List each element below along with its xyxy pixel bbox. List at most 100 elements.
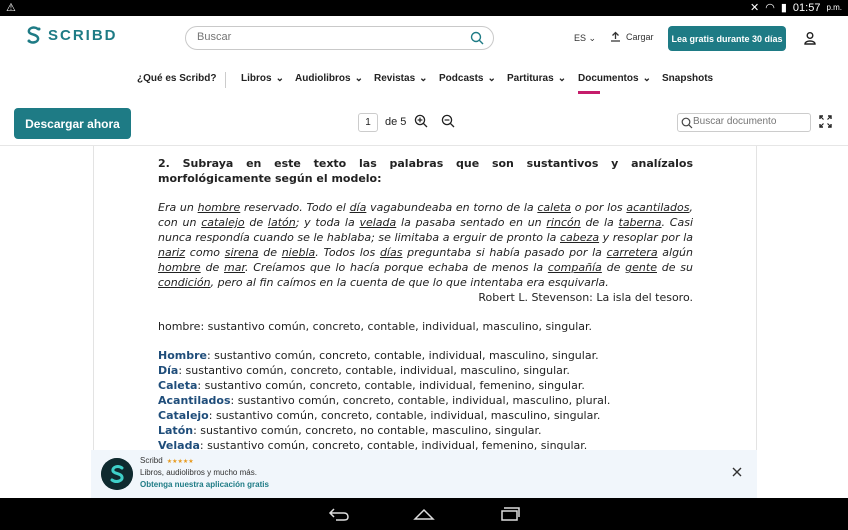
analysis-word: Día — [158, 364, 179, 377]
chevron-down-icon: ⌄ — [354, 73, 363, 84]
status-icons: ✕ ◠ ▮ 01:57 p.m. — [750, 1, 842, 15]
banner-app-name: Scribd — [140, 456, 163, 465]
language-selector[interactable]: ES ⌄ — [574, 33, 596, 44]
scribd-logo-icon — [27, 26, 41, 44]
analysis-row: Día: sustantivo común, concreto, contabl… — [158, 363, 693, 378]
scribd-logo[interactable]: SCRIBD — [26, 26, 118, 44]
nav-item-audiolibros[interactable]: Audiolibros ⌄ — [295, 73, 363, 84]
banner-description: Libros, audiolibros y mucho más. — [140, 468, 257, 477]
close-icon[interactable] — [731, 466, 743, 478]
underlined-noun: velada — [359, 216, 397, 229]
analysis-word: Acantilados — [158, 394, 231, 407]
underlined-noun: carretera — [606, 246, 658, 259]
nav-item-libros[interactable]: Libros ⌄ — [241, 73, 284, 84]
analysis-desc: : sustantivo común, concreto, no contabl… — [193, 424, 542, 437]
text-segment: de — [244, 216, 268, 229]
model-line: hombre: sustantivo común, concreto, cont… — [158, 320, 593, 333]
logo-text: SCRIBD — [48, 26, 118, 44]
analysis-desc: : sustantivo común, concreto, contable, … — [208, 409, 601, 422]
home-icon[interactable] — [413, 506, 435, 522]
battery-icon: ▮ — [780, 2, 787, 14]
text-segment: de la — [580, 216, 619, 229]
upload-button[interactable]: Cargar — [610, 31, 654, 42]
text-segment: de — [601, 261, 626, 274]
underlined-noun: latón — [267, 216, 296, 229]
page-content: 2. Subraya en este texto las palabras qu… — [158, 156, 693, 453]
search-icon[interactable] — [470, 31, 484, 45]
fullscreen-icon[interactable] — [819, 115, 832, 128]
search-icon — [681, 117, 693, 129]
underlined-noun: hombre — [197, 201, 241, 214]
analysis-word: Caleta — [158, 379, 198, 392]
warning-icon: ⚠ — [6, 2, 16, 14]
banner-get-app-link[interactable]: Obtenga nuestra aplicación gratis — [140, 480, 269, 489]
upload-icon — [611, 31, 620, 42]
underlined-noun: mar — [224, 261, 245, 274]
document-search[interactable] — [677, 113, 811, 132]
underlined-noun: niebla — [281, 246, 316, 259]
recent-apps-icon[interactable] — [498, 506, 520, 522]
nav-item-what-is-scribd[interactable]: ¿Qué es Scribd? — [137, 73, 216, 84]
free-trial-button[interactable]: Lea gratis durante 30 días — [668, 26, 786, 51]
mute-icon: ✕ — [750, 2, 760, 14]
chevron-down-icon: ⌄ — [275, 73, 284, 84]
clock: 01:57 — [792, 1, 821, 14]
nav-item-podcasts[interactable]: Podcasts ⌄ — [439, 73, 496, 84]
analysis-word: Catalejo — [158, 409, 209, 422]
chevron-down-icon: ⌄ — [487, 73, 496, 84]
user-icon[interactable] — [803, 31, 817, 45]
underlined-noun: compañía — [547, 261, 602, 274]
underlined-noun: caleta — [537, 201, 572, 214]
underlined-noun: hombre — [158, 261, 201, 274]
underlined-noun: gente — [625, 261, 657, 274]
nav-item-partituras[interactable]: Partituras ⌄ — [507, 73, 566, 84]
nav-item-revistas[interactable]: Revistas ⌄ — [374, 73, 428, 84]
analysis-desc: : sustantivo común, concreto, contable, … — [197, 379, 585, 392]
underlined-noun: nariz — [158, 246, 186, 259]
site-header: SCRIBD ES ⌄ Cargar Lea gratis durante 30… — [0, 16, 848, 60]
analysis-desc: : sustantivo común, concreto, contable, … — [230, 394, 611, 407]
text-segment: preguntaba si había pasado por la — [402, 246, 607, 259]
status-bar: ⚠ ✕ ◠ ▮ 01:57 p.m. — [0, 0, 848, 16]
android-nav-bar — [0, 498, 848, 530]
search-box[interactable] — [185, 26, 494, 50]
download-button[interactable]: Descargar ahora — [14, 108, 131, 139]
zoom-in-icon[interactable] — [414, 114, 428, 128]
wifi-icon: ◠ — [765, 2, 775, 14]
analysis-row: Caleta: sustantivo común, concreto, cont… — [158, 378, 693, 393]
analysis-row: Acantilados: sustantivo común, concreto,… — [158, 393, 693, 408]
page-number-input[interactable]: 1 — [358, 113, 378, 132]
text-segment: vagabundeaba en torno de la — [366, 201, 538, 214]
analysis-row: Latón: sustantivo común, concreto, no co… — [158, 423, 693, 438]
chevron-down-icon: ⌄ — [642, 73, 651, 84]
text-segment: de — [200, 261, 224, 274]
underlined-noun: sirena — [224, 246, 259, 259]
upload-label: Cargar — [626, 31, 654, 42]
app-promo-banner[interactable]: Scribd ★★★★★ Libros, audiolibros y mucho … — [91, 450, 757, 498]
analysis-desc: : sustantivo común, concreto, contable, … — [206, 349, 599, 362]
author-citation: Robert L. Stevenson: La isla del tesoro. — [478, 291, 693, 304]
clock-ampm: p.m. — [826, 3, 842, 12]
analysis-word: Latón — [158, 424, 194, 437]
document-toolbar: Descargar ahora 1 de 5 — [0, 98, 848, 146]
nav-item-snapshots[interactable]: Snapshots — [662, 73, 713, 84]
language-label: ES — [574, 33, 587, 43]
underlined-noun: cabeza — [560, 231, 600, 244]
question-heading: 2. Subraya en este texto las palabras qu… — [158, 157, 693, 185]
analysis-word: Hombre — [158, 349, 207, 362]
text-segment: ; y toda la — [295, 216, 360, 229]
nav-divider — [225, 72, 226, 88]
chevron-down-icon: ⌄ — [588, 33, 597, 43]
text-segment: reservado. Todo el — [240, 201, 350, 214]
text-segment: o por los — [571, 201, 627, 214]
document-search-input[interactable] — [693, 116, 808, 127]
document-viewer[interactable]: 2. Subraya en este texto las palabras qu… — [0, 146, 848, 498]
literary-paragraph: Era un hombre reservado. Todo el día vag… — [158, 200, 693, 290]
text-segment: y resoplar por la — [599, 231, 693, 244]
search-input[interactable] — [197, 31, 457, 43]
text-segment: la pasaba sentado en un — [396, 216, 547, 229]
back-icon[interactable] — [328, 506, 350, 522]
underlined-noun: día — [349, 201, 367, 214]
nav-item-documentos[interactable]: Documentos ⌄ — [578, 73, 651, 84]
zoom-out-icon[interactable] — [441, 114, 455, 128]
